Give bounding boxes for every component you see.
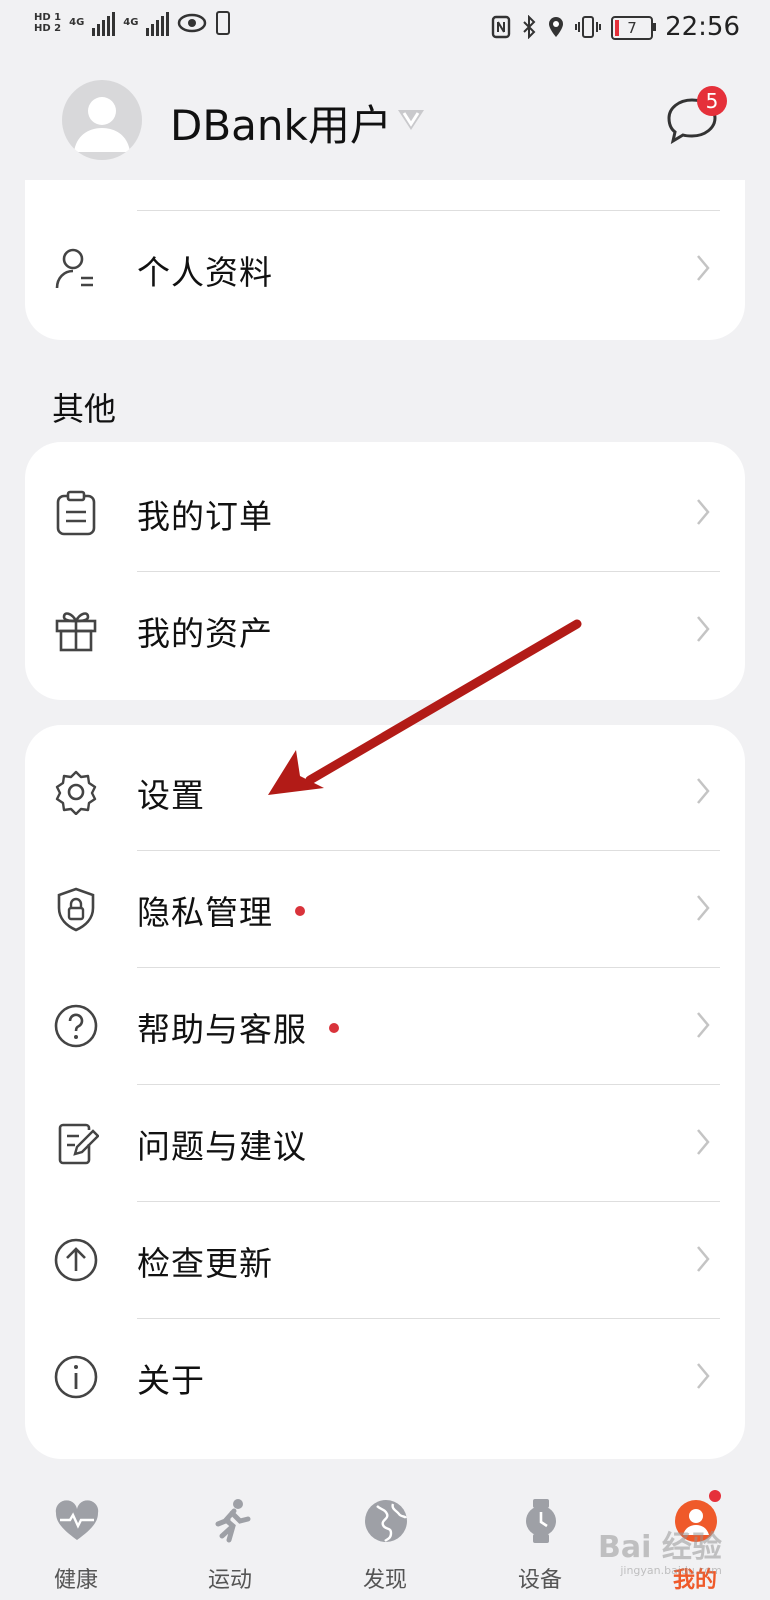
tab-discover[interactable]: 发现 (325, 1478, 445, 1600)
battery-level: 7 (627, 19, 637, 37)
chevron-right-icon (697, 1129, 710, 1155)
divider (137, 967, 720, 968)
network-type: 4G (69, 17, 85, 28)
chevron-right-icon (697, 499, 710, 525)
runner-icon (215, 1499, 251, 1543)
list-item-label: 个人资料 (137, 253, 273, 292)
question-circle-icon (54, 1004, 98, 1048)
section-title-other: 其他 (52, 390, 117, 428)
list-item-label: 帮助与客服 (137, 1010, 307, 1049)
message-badge: 5 (697, 86, 727, 116)
tab-devices[interactable]: 设备 (480, 1478, 600, 1600)
heart-pulse-icon (55, 1500, 99, 1540)
list-item-profile[interactable]: 个人资料 (25, 210, 745, 327)
divider (137, 571, 720, 572)
notification-dot (329, 1023, 339, 1033)
notification-dot (295, 906, 305, 916)
other-card: 我的订单 我的资产 (25, 442, 745, 700)
nfc-icon (491, 15, 511, 39)
watermark: Bai 经验 jingyan.baidu.com (598, 1530, 722, 1577)
list-item-label: 隐私管理 (137, 893, 273, 932)
clipboard-icon (56, 490, 96, 536)
divider (137, 1201, 720, 1202)
divider (137, 210, 720, 211)
list-item-help[interactable]: 帮助与客服 (25, 967, 745, 1084)
tab-exercise[interactable]: 运动 (170, 1478, 290, 1600)
edit-note-icon (58, 1123, 99, 1165)
bluetooth-icon (523, 15, 536, 39)
list-item-settings[interactable]: 设置 (25, 733, 745, 850)
divider (137, 1318, 720, 1319)
tab-health[interactable]: 健康 (16, 1478, 136, 1600)
location-icon (549, 17, 564, 37)
notification-dot (709, 1490, 721, 1502)
list-item-label: 检查更新 (137, 1244, 273, 1283)
tab-label: 健康 (53, 1568, 98, 1593)
vibrate-icon (575, 16, 602, 38)
divider (137, 850, 720, 851)
chevron-right-icon (697, 895, 710, 921)
arrow-up-circle-icon (54, 1238, 98, 1282)
signal-icon-2 (146, 10, 170, 36)
info-circle-icon (54, 1355, 98, 1399)
chevron-right-icon (697, 778, 710, 804)
gift-icon (55, 612, 97, 652)
list-item-label: 我的订单 (137, 497, 273, 536)
default-avatar-icon (74, 97, 130, 152)
list-item-assets[interactable]: 我的资产 (25, 571, 745, 688)
list-item-update[interactable]: 检查更新 (25, 1201, 745, 1318)
tab-label: 发现 (362, 1568, 407, 1593)
eye-icon (178, 13, 207, 33)
sim-indicator: HD 1 HD 2 (34, 12, 62, 34)
chevron-right-icon (697, 1363, 710, 1389)
list-item-label: 关于 (137, 1361, 205, 1400)
tab-label: 运动 (207, 1568, 252, 1593)
list-item-orders[interactable]: 我的订单 (25, 454, 745, 571)
list-item-label: 设置 (137, 776, 205, 815)
clock: 22:56 (665, 12, 740, 42)
list-item-privacy[interactable]: 隐私管理 (25, 850, 745, 967)
signal-icon (92, 10, 116, 36)
phone-icon (216, 11, 231, 35)
list-item-label: 我的资产 (137, 614, 273, 653)
divider (137, 1084, 720, 1085)
list-item-about[interactable]: 关于 (25, 1318, 745, 1435)
chevron-right-icon (697, 255, 710, 281)
account-card: 个人资料 (25, 180, 745, 340)
person-profile-icon (55, 248, 93, 289)
tab-label: 设备 (517, 1568, 562, 1593)
chevron-right-icon (697, 1012, 710, 1038)
battery-icon: 7 (611, 16, 657, 40)
chevron-right-icon (697, 616, 710, 642)
globe-icon (365, 1500, 408, 1542)
profile-header: DBank用户 5 (0, 62, 770, 180)
network-type-2: 4G (123, 17, 139, 28)
chevron-right-icon (697, 1246, 710, 1272)
shield-lock-icon (57, 887, 95, 932)
list-item-feedback[interactable]: 问题与建议 (25, 1084, 745, 1201)
watch-icon (526, 1499, 556, 1543)
vip-badge-icon (398, 110, 424, 130)
username[interactable]: DBank用户 (170, 92, 392, 153)
status-bar: HD 1 HD 2 4G 4G 7 22:56 (0, 0, 770, 62)
gear-icon (55, 770, 97, 815)
avatar[interactable] (62, 80, 142, 160)
list-item-label: 问题与建议 (137, 1127, 307, 1166)
settings-card: 设置 隐私管理 帮助与客服 问题与建议 检查更新 关于 (25, 725, 745, 1459)
